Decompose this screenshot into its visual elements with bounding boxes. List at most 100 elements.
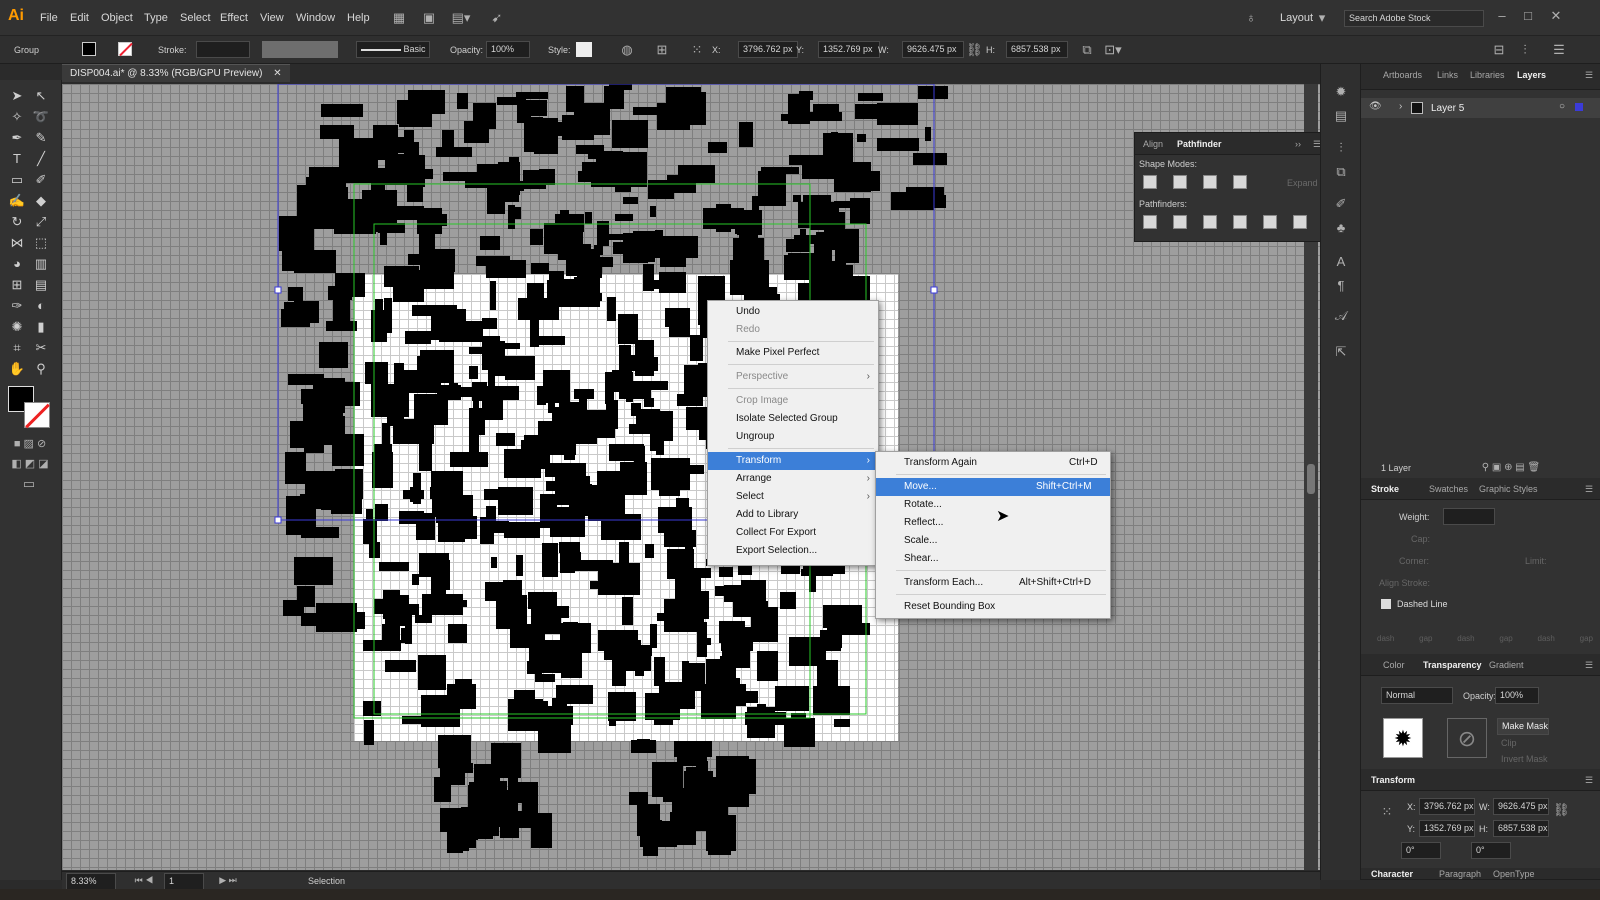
panel-menu-icon[interactable]: ☰ xyxy=(1585,70,1593,81)
fill-swatch[interactable] xyxy=(82,42,96,56)
brush-definition[interactable]: Basic xyxy=(356,41,430,58)
symbol-sprayer-icon[interactable]: ✺ xyxy=(6,317,28,337)
lasso-icon[interactable]: ➰ xyxy=(30,107,52,127)
target-icon[interactable]: ○ xyxy=(1559,101,1565,112)
eraser-tool-icon[interactable]: ◆ xyxy=(30,191,52,211)
brushes-icon[interactable]: ✐ xyxy=(1331,196,1351,212)
bridge-icon[interactable]: ▦ xyxy=(390,10,408,26)
rectangle-tool-icon[interactable]: ▭ xyxy=(6,170,28,190)
x-input[interactable]: 3796.762 px xyxy=(738,41,798,58)
menu-object[interactable]: Object xyxy=(101,12,133,24)
close-tab-icon[interactable]: ✕ xyxy=(273,68,281,79)
reference-point-icon[interactable]: ⁙ xyxy=(688,42,706,58)
arrange-documents-icon[interactable]: ▤▾ xyxy=(448,10,474,26)
menu-effect[interactable]: Effect xyxy=(220,12,248,24)
opacity-input[interactable]: 100% xyxy=(486,41,530,58)
opentype-icon[interactable]: 𝒜 xyxy=(1331,308,1351,324)
clip-checkbox[interactable]: Clip xyxy=(1501,738,1517,748)
menu-item-export-selection[interactable]: Export Selection... xyxy=(708,542,878,560)
menu-item-arrange[interactable]: Arrange › xyxy=(708,470,878,488)
angle-input[interactable]: 0° xyxy=(1401,842,1441,859)
minus-back-icon[interactable] xyxy=(1293,215,1307,229)
menu-help[interactable]: Help xyxy=(347,12,370,24)
shear-input[interactable]: 0° xyxy=(1471,842,1511,859)
tab-color[interactable]: Color xyxy=(1383,660,1405,670)
dashed-line-checkbox[interactable] xyxy=(1381,599,1391,609)
shaper-tool-icon[interactable]: ✍ xyxy=(6,191,28,211)
menu-item-select[interactable]: Select › xyxy=(708,488,878,506)
minus-front-icon[interactable] xyxy=(1173,175,1187,189)
crop-icon[interactable] xyxy=(1233,215,1247,229)
outline-icon[interactable] xyxy=(1263,215,1277,229)
type-tool-icon[interactable]: T xyxy=(6,149,28,169)
tab-pathfinder[interactable]: Pathfinder xyxy=(1177,139,1222,149)
menu-item-reset-bounding-box[interactable]: Reset Bounding Box xyxy=(876,598,1110,616)
menu-item-ungroup[interactable]: Ungroup xyxy=(708,428,878,446)
expand-button[interactable]: Expand xyxy=(1287,178,1318,188)
menu-item-transform-again[interactable]: Transform Again Ctrl+D xyxy=(876,454,1110,472)
gpu-performance-icon[interactable]: ➹ xyxy=(488,10,506,26)
draw-mode-icon[interactable]: ◧ ◩ ◪ xyxy=(8,456,52,472)
th-input[interactable]: 6857.538 px xyxy=(1493,820,1549,837)
stroke-swatch[interactable] xyxy=(118,42,133,57)
curvature-tool-icon[interactable]: ✎ xyxy=(30,128,52,148)
eye-icon[interactable]: 👁 xyxy=(1369,101,1382,112)
menu-item-scale[interactable]: Scale... xyxy=(876,532,1110,550)
invert-mask-checkbox[interactable]: Invert Mask xyxy=(1501,754,1548,764)
menu-item-move[interactable]: Move... Shift+Ctrl+M xyxy=(876,478,1110,496)
tw-input[interactable]: 9626.475 px xyxy=(1493,798,1549,815)
menu-edit[interactable]: Edit xyxy=(70,12,89,24)
chevron-right-icon[interactable]: › xyxy=(1399,101,1402,112)
pathfinder-icon[interactable]: ⧉ xyxy=(1331,164,1351,180)
merge-icon[interactable] xyxy=(1203,215,1217,229)
character-icon[interactable]: A xyxy=(1331,254,1351,270)
canvas[interactable] xyxy=(62,84,1320,870)
menu-item-transform-each[interactable]: Transform Each... Alt+Shift+Ctrl+D xyxy=(876,574,1110,592)
tab-swatches[interactable]: Swatches xyxy=(1429,484,1468,494)
align-options-icon[interactable]: ⊞ xyxy=(652,42,672,58)
selection-tool-icon[interactable]: ➤ xyxy=(6,86,28,106)
screen-mode-icon[interactable]: ▭ xyxy=(18,476,40,492)
variable-width-profile[interactable] xyxy=(262,41,338,58)
w-input[interactable]: 9626.475 px xyxy=(902,41,964,58)
blend-mode-select[interactable]: Normal xyxy=(1381,687,1453,704)
layer-name[interactable]: Layer 5 xyxy=(1431,103,1464,114)
menu-item-make-pixel-perfect[interactable]: Make Pixel Perfect xyxy=(708,344,878,362)
exclude-icon[interactable] xyxy=(1233,175,1247,189)
artboard-next-icon[interactable]: ▶ ⏭ xyxy=(208,872,248,888)
stroke-weight-input[interactable] xyxy=(196,41,250,58)
chevron-down-icon[interactable]: ▾ xyxy=(1316,10,1328,26)
menu-item-rotate[interactable]: Rotate... xyxy=(876,496,1110,514)
artboard-nav-icon[interactable]: ⏮ ◀ xyxy=(124,872,164,888)
tab-graphic-styles[interactable]: Graphic Styles xyxy=(1479,484,1538,494)
graph-tool-icon[interactable]: ▮ xyxy=(30,317,52,337)
menu-item-transform[interactable]: Transform › xyxy=(708,452,878,470)
tab-transform[interactable]: Transform xyxy=(1371,775,1415,785)
h-input[interactable]: 6857.538 px xyxy=(1006,41,1068,58)
link-proportions-icon[interactable]: ⛓ xyxy=(966,42,983,58)
make-mask-button[interactable]: Make Mask xyxy=(1497,718,1549,735)
search-stock-input[interactable]: Search Adobe Stock xyxy=(1344,10,1484,27)
tx-input[interactable]: 3796.762 px xyxy=(1419,798,1475,815)
opacity-input[interactable]: 100% xyxy=(1495,687,1539,704)
panel-menu-icon[interactable]: ☰ xyxy=(1585,484,1593,495)
workspace-switcher[interactable]: Layout xyxy=(1280,12,1313,24)
weight-input[interactable] xyxy=(1443,508,1495,525)
trim-icon[interactable] xyxy=(1173,215,1187,229)
close-icon[interactable]: ✕ xyxy=(1548,8,1564,24)
rotate-tool-icon[interactable]: ↻ xyxy=(6,212,28,232)
menu-item-undo[interactable]: Undo xyxy=(708,303,878,321)
shape-builder-icon[interactable]: ◕ xyxy=(6,254,28,274)
zoom-level[interactable]: 8.33% xyxy=(66,873,116,890)
align-icon[interactable]: ⫶ xyxy=(1331,140,1351,156)
tab-layers[interactable]: Layers xyxy=(1517,70,1546,80)
color-mode-icon[interactable]: ■ ▨ ⊘ xyxy=(8,436,52,452)
document-tab[interactable]: DISP004.ai* @ 8.33% (RGB/GPU Preview) ✕ xyxy=(62,64,290,82)
width-tool-icon[interactable]: ⋈ xyxy=(6,233,28,253)
gradient-tool-icon[interactable]: ▤ xyxy=(30,275,52,295)
y-input[interactable]: 1352.769 px xyxy=(818,41,880,58)
hand-tool-icon[interactable]: ✋ xyxy=(6,359,28,379)
tab-gradient[interactable]: Gradient xyxy=(1489,660,1524,670)
align-panel-icon[interactable]: ⫶ xyxy=(1516,42,1534,58)
zoom-tool-icon[interactable]: ⚲ xyxy=(30,359,52,379)
